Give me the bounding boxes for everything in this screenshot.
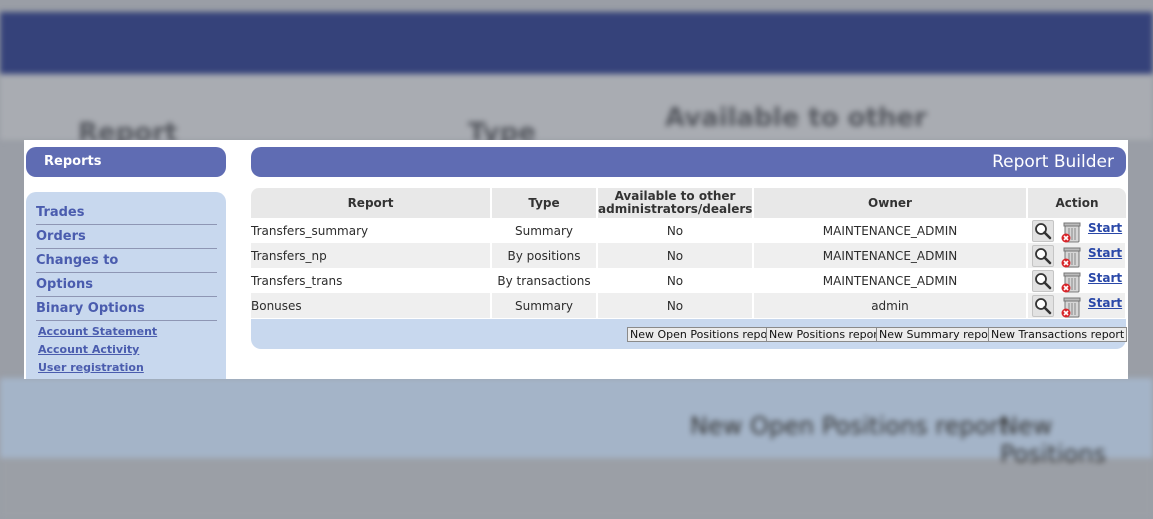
sidebar-item-orders[interactable]: Orders	[36, 225, 217, 249]
start-link[interactable]: Start	[1088, 296, 1122, 310]
column-header-available-line2: administrators/dealers	[598, 202, 753, 216]
report-available: No	[597, 218, 754, 243]
column-header-action: Action	[1027, 188, 1126, 218]
report-available: No	[597, 293, 754, 318]
sidebar-title: Reports	[26, 147, 226, 177]
column-header-available: Available to other administrators/dealer…	[597, 188, 754, 218]
start-link[interactable]: Start	[1088, 246, 1122, 260]
magnifier-icon[interactable]	[1032, 219, 1054, 242]
report-owner: admin	[753, 293, 1028, 318]
link-account-activity[interactable]: Account Activity	[38, 343, 139, 356]
table-row: Transfers_np By positions No MAINTENANCE…	[251, 243, 1127, 268]
report-actions: Start	[1027, 268, 1127, 293]
table-row: Transfers_summary Summary No MAINTENANCE…	[251, 218, 1127, 243]
report-name: Transfers_np	[251, 243, 492, 268]
sidebar-item-trades[interactable]: Trades	[36, 201, 217, 225]
report-actions: Start	[1027, 218, 1127, 243]
report-actions: Start	[1027, 293, 1127, 318]
bg-open-positions-button: New Open Positions report	[690, 412, 1009, 440]
report-owner: MAINTENANCE_ADMIN	[753, 218, 1028, 243]
new-positions-report-button[interactable]: New Positions report	[766, 327, 886, 342]
report-type: By positions	[491, 243, 598, 268]
new-report-button-bar: New Open Positions report New Positions …	[251, 319, 1128, 349]
report-owner: MAINTENANCE_ADMIN	[753, 243, 1028, 268]
column-header-report: Report	[251, 188, 492, 218]
table-row: Transfers_trans By transactions No MAINT…	[251, 268, 1127, 293]
bg-top-bar	[0, 12, 1153, 74]
trash-delete-icon[interactable]	[1060, 270, 1082, 292]
table-header-row: Report Type Available to other administr…	[251, 188, 1126, 218]
magnifier-icon[interactable]	[1032, 294, 1054, 317]
report-builder-title: Report Builder	[251, 147, 1126, 177]
start-link[interactable]: Start	[1088, 221, 1122, 235]
report-name: Transfers_summary	[251, 218, 492, 243]
report-type: Summary	[491, 218, 598, 243]
bg-available-header: Available to other	[665, 103, 927, 133]
new-open-positions-report-button[interactable]: New Open Positions report	[627, 327, 780, 342]
link-user-registration[interactable]: User registration	[38, 361, 144, 374]
magnifier-icon[interactable]	[1032, 244, 1054, 267]
magnifier-icon[interactable]	[1032, 269, 1054, 292]
sidebar-item-changes-to[interactable]: Changes to	[36, 249, 217, 273]
sidebar-item-binary-options[interactable]: Binary Options	[36, 297, 217, 321]
sidebar-item-options[interactable]: Options	[36, 273, 217, 297]
sidebar-menu: Trades Orders Changes to Options Binary …	[26, 192, 226, 379]
new-transactions-report-button[interactable]: New Transactions report	[988, 327, 1128, 342]
reports-panel: Reports Trades Orders Changes to Options…	[24, 140, 1128, 379]
bg-positions-button: New Positions	[1000, 412, 1106, 468]
report-type: Summary	[491, 293, 598, 318]
report-name: Bonuses	[251, 293, 492, 318]
column-header-available-line1: Available to other	[614, 189, 736, 203]
new-summary-report-button[interactable]: New Summary report	[876, 327, 1000, 342]
trash-delete-icon[interactable]	[1060, 220, 1082, 242]
bg-band	[0, 458, 1153, 519]
report-owner: MAINTENANCE_ADMIN	[753, 268, 1028, 293]
column-header-owner: Owner	[753, 188, 1028, 218]
report-type: By transactions	[491, 268, 598, 293]
link-account-statement[interactable]: Account Statement	[38, 325, 157, 338]
trash-delete-icon[interactable]	[1060, 245, 1082, 267]
reports-table: Report Type Available to other administr…	[251, 188, 1127, 318]
report-available: No	[597, 268, 754, 293]
table-row: Bonuses Summary No admin Start	[251, 293, 1127, 318]
column-header-type: Type	[491, 188, 598, 218]
trash-delete-icon[interactable]	[1060, 295, 1082, 317]
report-actions: Start	[1027, 243, 1127, 268]
report-name: Transfers_trans	[251, 268, 492, 293]
report-available: No	[597, 243, 754, 268]
start-link[interactable]: Start	[1088, 271, 1122, 285]
